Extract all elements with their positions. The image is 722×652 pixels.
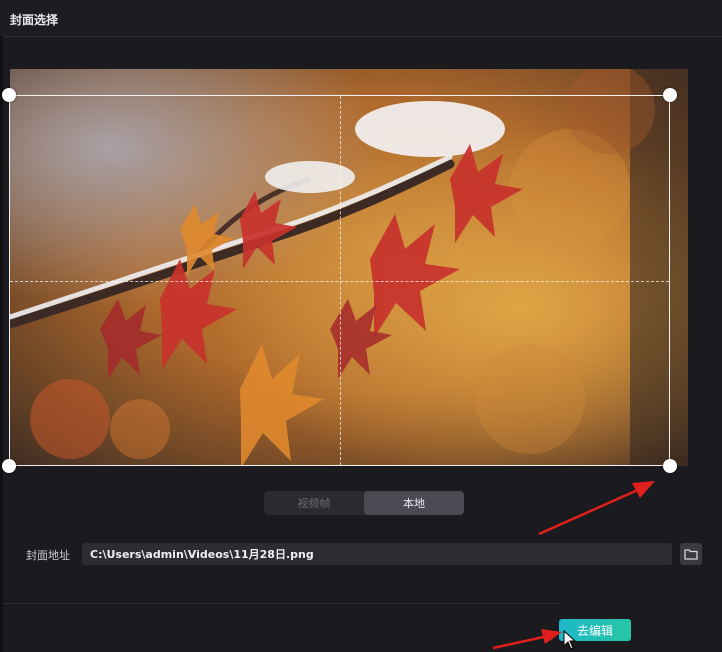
cover-path-value: C:\Users\admin\Videos\11月28日.png <box>90 548 314 561</box>
crop-handle-top-left-icon[interactable] <box>2 88 16 102</box>
footer-divider <box>3 603 559 604</box>
crop-handle-bottom-right-icon[interactable] <box>663 459 677 473</box>
crop-guide-horizontal <box>10 281 669 282</box>
crop-handle-top-right-icon[interactable] <box>663 88 677 102</box>
annotation-arrow-crop-handle <box>538 481 655 536</box>
dialog-title: 封面选择 <box>10 13 59 27</box>
tab-local[interactable]: 本地 <box>364 491 464 515</box>
crop-selection-box[interactable] <box>9 95 670 466</box>
window-edge <box>0 36 3 652</box>
dialog-titlebar: 封面选择 <box>0 0 722 37</box>
cover-source-tabs: 视频帧 本地 <box>264 491 464 515</box>
folder-icon <box>684 549 698 560</box>
browse-folder-button[interactable] <box>680 543 702 565</box>
annotation-arrow-edit-button <box>492 629 562 650</box>
crop-handle-bottom-left-icon[interactable] <box>2 459 16 473</box>
cover-path-label: 封面地址 <box>26 549 70 562</box>
cover-path-input[interactable]: C:\Users\admin\Videos\11月28日.png <box>82 543 672 565</box>
mouse-cursor-icon <box>563 630 577 650</box>
tab-video-frame[interactable]: 视频帧 <box>264 491 364 515</box>
